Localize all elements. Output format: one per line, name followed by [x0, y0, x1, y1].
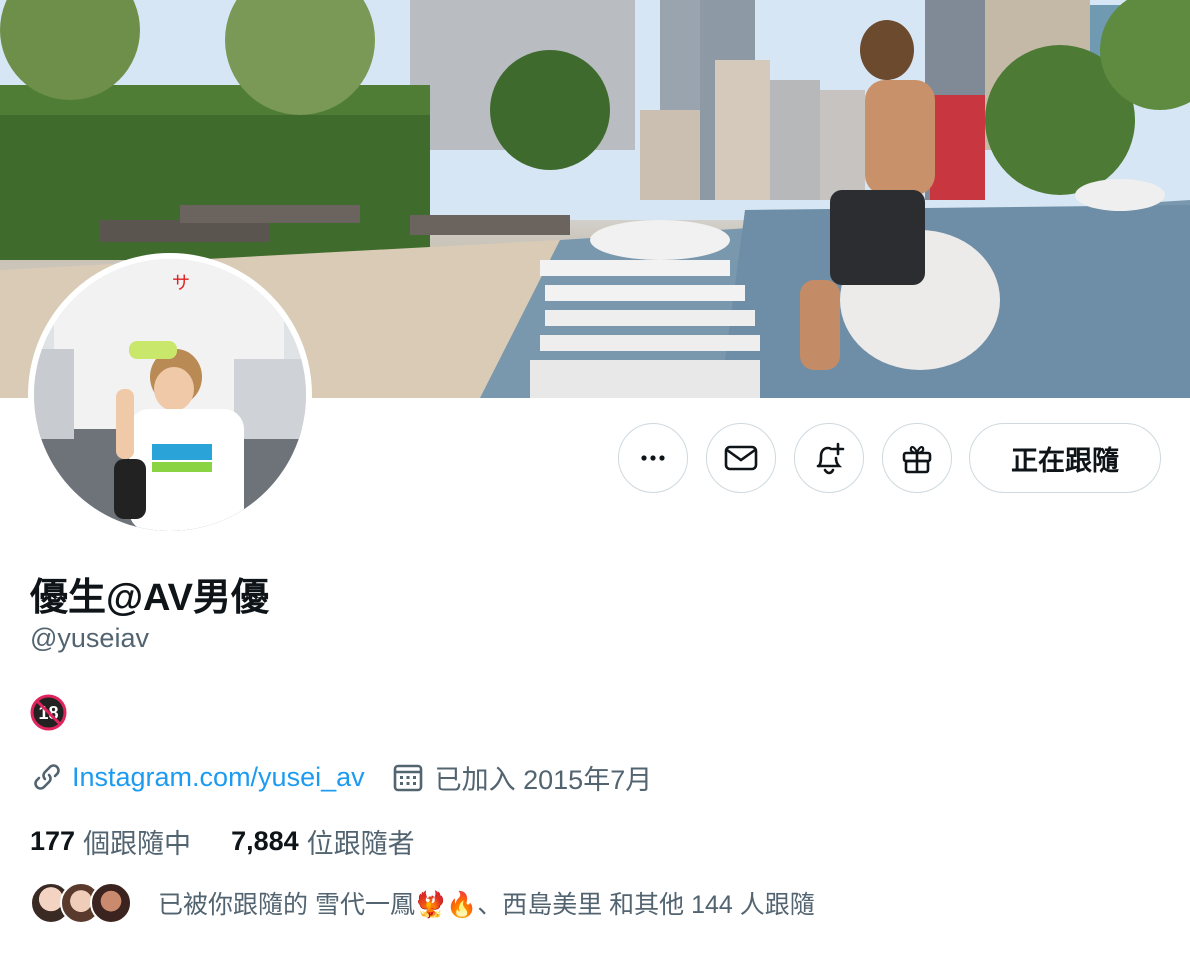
- message-button[interactable]: [706, 423, 776, 493]
- gift-icon: [902, 445, 932, 474]
- gift-button[interactable]: [882, 423, 952, 493]
- age-18-badge-icon: 18: [30, 694, 67, 731]
- ellipsis-icon: [641, 455, 665, 461]
- more-button[interactable]: [618, 423, 688, 493]
- followers-count: 7,884: [231, 826, 299, 856]
- followers-stat[interactable]: 7,884 位跟隨者: [231, 822, 415, 861]
- website-link[interactable]: Instagram.com/yusei_av: [72, 762, 365, 793]
- calendar-icon: [393, 764, 422, 792]
- display-name: 優生@AV男優: [30, 577, 270, 619]
- avatar-photo: サ: [34, 259, 306, 531]
- username-handle: @yuseiav: [30, 623, 149, 653]
- profile-meta: Instagram.com/yusei_av 已加入 2015年7月: [30, 757, 652, 797]
- following-label: 個跟隨中: [83, 829, 192, 859]
- followed-by-row[interactable]: 已被你跟隨的 雪代一鳳🐦‍🔥🔥、西島美里 和其他 144 人跟隨: [30, 882, 815, 924]
- follower-avatar: [90, 882, 132, 924]
- link-icon: [34, 764, 60, 790]
- notify-button[interactable]: [794, 423, 864, 493]
- envelope-icon: [724, 445, 758, 471]
- joined-date: 已加入 2015年7月: [434, 764, 653, 795]
- bell-plus-icon: [816, 442, 845, 475]
- following-stat[interactable]: 177 個跟隨中: [30, 822, 191, 861]
- follow-stats: 177 個跟隨中 7,884 位跟隨者: [30, 822, 415, 861]
- follower-avatars: [30, 882, 132, 924]
- profile-avatar[interactable]: サ: [28, 253, 312, 537]
- following-count: 177: [30, 826, 76, 856]
- followed-by-text: 已被你跟隨的 雪代一鳳🐦‍🔥🔥、西島美里 和其他 144 人跟隨: [158, 891, 815, 919]
- following-button[interactable]: 正在跟隨: [969, 423, 1161, 493]
- followers-label: 位跟隨者: [306, 829, 415, 859]
- svg-text:サ: サ: [172, 273, 190, 294]
